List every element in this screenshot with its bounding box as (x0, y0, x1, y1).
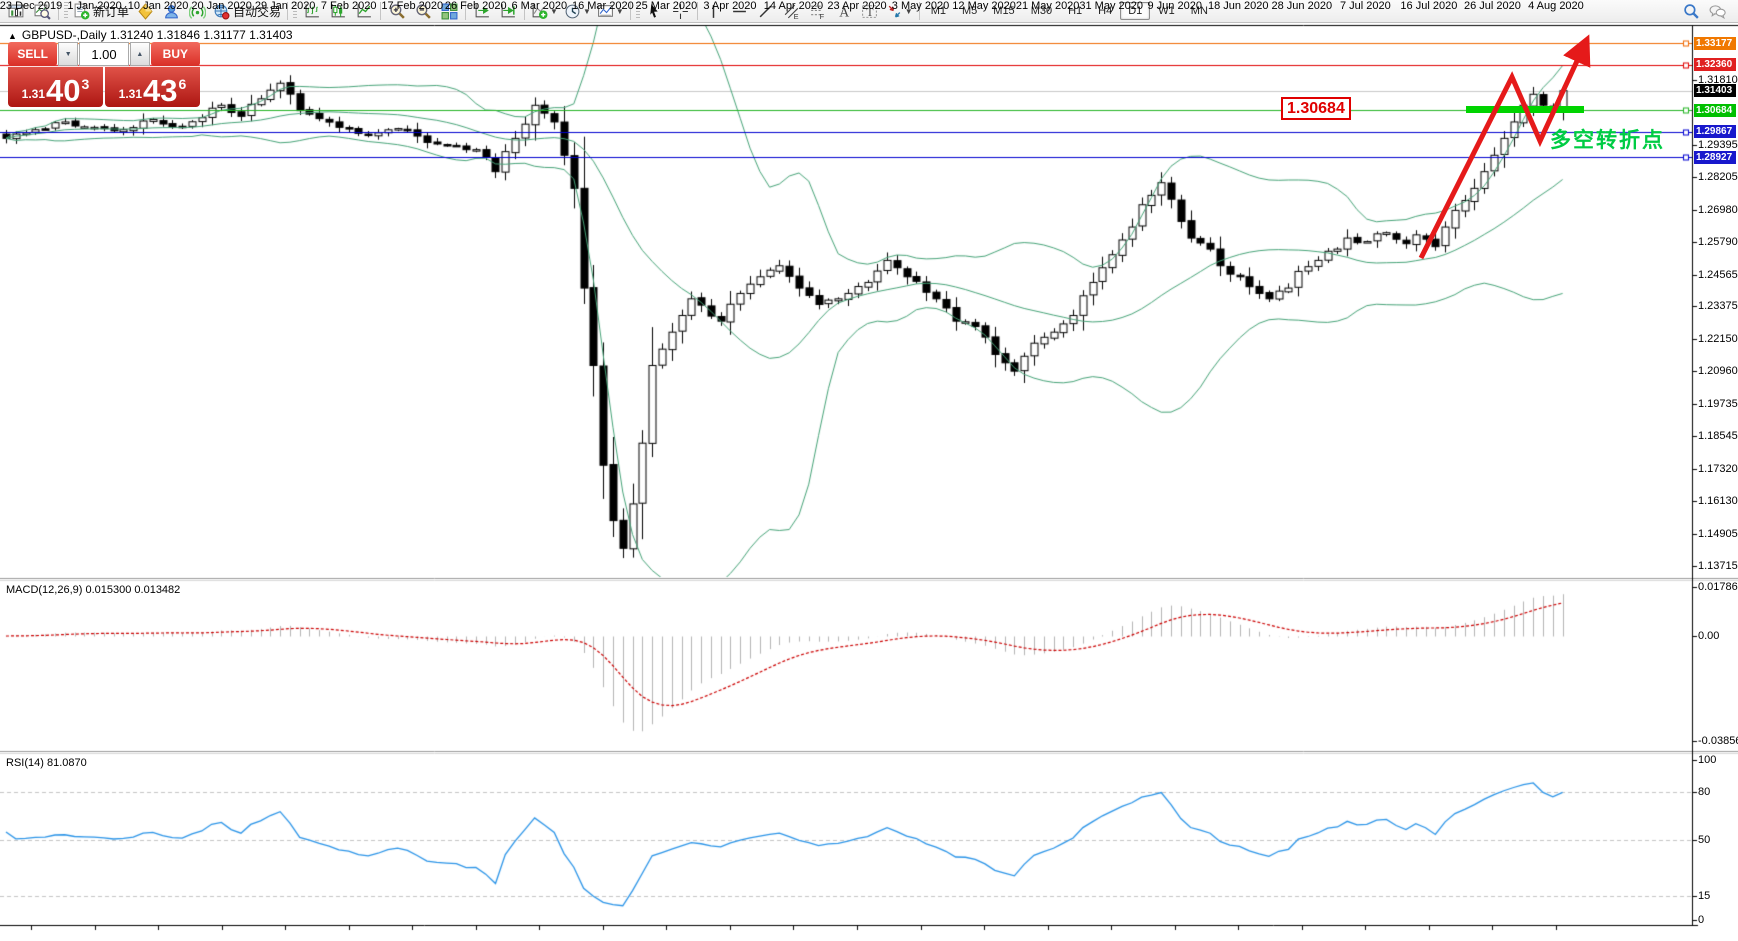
price-line-tag: 1.32360 (1694, 58, 1736, 71)
rsi-axis-tick: 0 (1698, 914, 1704, 926)
price-line-tag: 1.28927 (1694, 151, 1736, 164)
date-axis-label: 31 May 2020 (1079, 0, 1143, 12)
volume-increase-button[interactable]: ▲ (130, 42, 150, 66)
sell-price-tile[interactable]: 1.31403 (8, 67, 103, 107)
macd-axis-tick: 0.00 (1698, 630, 1719, 642)
date-axis-label: 21 May 2020 (1016, 0, 1080, 12)
sell-button[interactable]: SELL (8, 42, 57, 66)
rsi-indicator-label: RSI(14) 81.0870 (6, 757, 87, 769)
sell-price-big: 40 (46, 78, 80, 104)
date-axis-label: 1 Jan 2020 (67, 0, 121, 12)
price-axis-tick: 1.25790 (1698, 236, 1738, 248)
price-axis-tick: 1.20960 (1698, 365, 1738, 377)
buy-price-big: 43 (143, 78, 177, 104)
price-axis-tick: 1.29395 (1698, 139, 1738, 151)
price-axis-tick: 1.16130 (1698, 495, 1738, 507)
date-axis-label: 18 Jun 2020 (1208, 0, 1269, 12)
price-line-tag: 1.29867 (1694, 125, 1736, 138)
rsi-axis-tick: 15 (1698, 890, 1710, 902)
buy-price-small: 1.31 (119, 87, 142, 101)
price-axis-tick: 1.17320 (1698, 463, 1738, 475)
rsi-axis-tick: 50 (1698, 834, 1710, 846)
price-axis-tick: 1.14905 (1698, 528, 1738, 540)
price-axis-tick: 1.19735 (1698, 398, 1738, 410)
volume-input[interactable] (79, 42, 129, 66)
date-axis-label: 20 Jan 2020 (191, 0, 252, 12)
date-axis-label: 25 Mar 2020 (636, 0, 698, 12)
support-price-label[interactable]: 1.30684 (1281, 97, 1351, 120)
pivot-point-annotation[interactable]: 多空转折点 (1550, 124, 1665, 154)
rsi-axis-tick: 100 (1698, 754, 1716, 766)
chart-title-bar: ▲ GBPUSD-,Daily 1.31240 1.31846 1.31177 1… (8, 28, 293, 42)
price-axis-tick: 1.23375 (1698, 300, 1738, 312)
price-axis-tick: 1.13715 (1698, 560, 1738, 572)
date-axis-label: 4 Aug 2020 (1528, 0, 1584, 12)
chart-title: GBPUSD-,Daily 1.31240 1.31846 1.31177 1.… (22, 28, 293, 42)
collapse-icon[interactable]: ▲ (8, 31, 17, 41)
price-chart-canvas[interactable] (0, 0, 1738, 941)
sell-price-small: 1.31 (22, 87, 45, 101)
price-axis-tick: 1.18545 (1698, 430, 1738, 442)
date-axis-label: 29 Jan 2020 (255, 0, 316, 12)
one-click-trading-panel: SELL ▼ ▲ BUY 1.31403 1.31436 (8, 42, 200, 107)
price-axis-tick: 1.24565 (1698, 269, 1738, 281)
macd-axis-tick: 0.017865 (1698, 581, 1738, 593)
price-axis-tick: 1.28205 (1698, 171, 1738, 183)
date-axis-label: 6 Mar 2020 (511, 0, 567, 12)
date-axis-label: 12 May 2020 (952, 0, 1016, 12)
date-axis-label: 26 Jul 2020 (1464, 0, 1521, 12)
date-axis-label: 23 Dec 2019 (0, 0, 62, 12)
date-axis-label: 14 Apr 2020 (764, 0, 823, 12)
price-line-tag: 1.33177 (1694, 37, 1736, 50)
buy-price-sup: 6 (179, 76, 187, 92)
support-zone-rectangle[interactable] (1466, 106, 1584, 113)
date-axis-label: 10 Jan 2020 (128, 0, 189, 12)
price-axis-tick: 1.22150 (1698, 333, 1738, 345)
buy-price-tile[interactable]: 1.31436 (105, 67, 200, 107)
price-line-tag: 1.30684 (1694, 104, 1736, 117)
price-line-tag: 1.31403 (1694, 84, 1736, 97)
sell-price-sup: 3 (82, 76, 90, 92)
date-axis-label: 3 Apr 2020 (703, 0, 756, 12)
date-axis-label: 3 May 2020 (892, 0, 949, 12)
rsi-axis-tick: 80 (1698, 786, 1710, 798)
date-axis-label: 28 Jun 2020 (1272, 0, 1333, 12)
buy-button[interactable]: BUY (151, 42, 200, 66)
date-axis-label: 7 Jul 2020 (1340, 0, 1391, 12)
date-axis-label: 23 Apr 2020 (827, 0, 886, 12)
date-axis-label: 16 Jul 2020 (1400, 0, 1457, 12)
macd-axis-tick: -0.038561 (1698, 735, 1738, 747)
price-axis-tick: 1.26980 (1698, 204, 1738, 216)
date-axis-label: 7 Feb 2020 (321, 0, 377, 12)
mt4-window: { "toolbar": { "groups": [ {"items":[{"n… (0, 0, 1738, 941)
date-axis-label: 17 Feb 2020 (381, 0, 443, 12)
date-axis-label: 9 Jun 2020 (1148, 0, 1202, 12)
volume-decrease-button[interactable]: ▼ (58, 42, 78, 66)
macd-indicator-label: MACD(12,26,9) 0.015300 0.013482 (6, 584, 180, 596)
date-axis-label: 16 Mar 2020 (572, 0, 634, 12)
date-axis-label: 26 Feb 2020 (445, 0, 507, 12)
